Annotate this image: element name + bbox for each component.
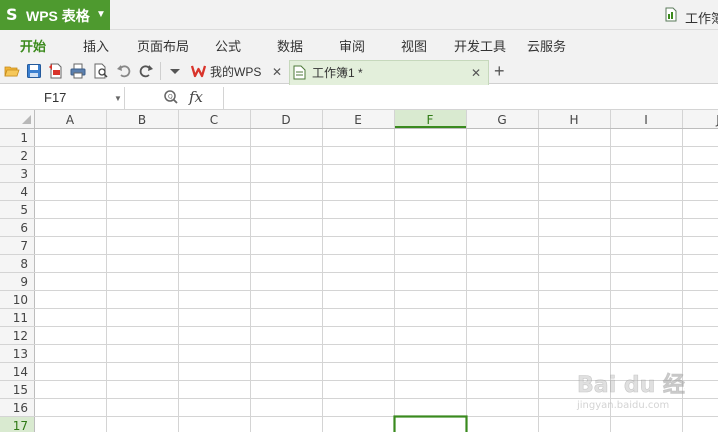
row-header-14[interactable]: 14 <box>13 365 28 379</box>
print-icon[interactable] <box>70 63 86 79</box>
more-dropdown-icon[interactable] <box>167 63 183 79</box>
row-header-17[interactable]: 17 <box>13 419 28 432</box>
column-header-G[interactable]: G <box>497 113 506 127</box>
cell-reference: F17 <box>44 90 67 105</box>
watermark-text: Bai du 经验 <box>577 372 685 398</box>
zoom-search-icon[interactable]: Q <box>163 89 179 105</box>
redo-icon[interactable] <box>138 63 154 79</box>
tab-view[interactable]: 视图 <box>401 39 427 55</box>
tab-developer[interactable]: 开发工具 <box>454 39 506 55</box>
column-header-D[interactable]: D <box>281 113 290 127</box>
close-icon[interactable]: ✕ <box>272 61 282 83</box>
row-header-1[interactable]: 1 <box>20 131 28 145</box>
doc-tab-label: 工作簿1 * <box>312 66 363 80</box>
row-header-3[interactable]: 3 <box>20 167 28 181</box>
open-folder-icon[interactable] <box>4 63 20 79</box>
column-header-F[interactable]: F <box>427 113 434 127</box>
row-header-15[interactable]: 15 <box>13 383 28 397</box>
tab-home[interactable]: 开始 <box>20 39 46 55</box>
row-header-9[interactable]: 9 <box>20 275 28 289</box>
doc-tab-workbook[interactable]: 工作簿1 * ✕ <box>289 60 489 85</box>
row-header-4[interactable]: 4 <box>20 185 28 199</box>
chevron-down-icon[interactable]: ▼ <box>96 8 106 22</box>
row-header-6[interactable]: 6 <box>20 221 28 235</box>
insert-function-button[interactable]: fx <box>189 88 203 106</box>
document-icon <box>665 7 677 22</box>
export-pdf-icon[interactable] <box>48 63 64 79</box>
selected-cell[interactable] <box>393 415 468 432</box>
baidu-jingyan-watermark: Bai du 经验 jingyan.baidu.com <box>576 372 685 411</box>
wps-logo-icon: S <box>6 5 18 24</box>
save-icon[interactable] <box>26 63 42 79</box>
svg-text:Q: Q <box>168 94 173 101</box>
column-header-H[interactable]: H <box>569 113 578 127</box>
undo-icon[interactable] <box>116 63 132 79</box>
row-header-10[interactable]: 10 <box>13 293 28 307</box>
tab-review[interactable]: 审阅 <box>339 39 365 55</box>
row-header-16[interactable]: 16 <box>13 401 28 415</box>
column-header-B[interactable]: B <box>138 113 146 127</box>
spreadsheet-doc-icon <box>293 65 306 80</box>
column-header-A[interactable]: A <box>66 113 75 127</box>
row-header-13[interactable]: 13 <box>13 347 28 361</box>
row-header-8[interactable]: 8 <box>20 257 28 271</box>
watermark-subtext: jingyan.baidu.com <box>576 400 669 411</box>
app-title: WPS 表格 <box>26 8 90 24</box>
row-header-11[interactable]: 11 <box>13 311 28 325</box>
tab-cloud-services[interactable]: 云服务 <box>527 39 566 55</box>
print-preview-icon[interactable] <box>93 63 109 79</box>
tab-formulas[interactable]: 公式 <box>215 39 241 55</box>
row-header-12[interactable]: 12 <box>13 329 28 343</box>
toolbar-divider <box>160 62 161 80</box>
column-header-E[interactable]: E <box>354 113 362 127</box>
row-header-2[interactable]: 2 <box>20 149 28 163</box>
formula-input[interactable] <box>223 87 718 109</box>
row-header-7[interactable]: 7 <box>20 239 28 253</box>
window-document-title: 工作簿 <box>685 11 718 26</box>
row-header-5[interactable]: 5 <box>20 203 28 217</box>
close-icon[interactable]: ✕ <box>471 62 481 84</box>
chevron-down-icon[interactable]: ▼ <box>114 94 122 103</box>
wps-logo-icon <box>191 65 206 78</box>
doc-tab-label: 我的WPS <box>210 65 262 79</box>
column-header-I[interactable]: I <box>644 113 648 127</box>
column-header-C[interactable]: C <box>210 113 218 127</box>
app-menu-button[interactable]: S WPS 表格 ▼ <box>0 0 110 30</box>
doc-tab-my-wps[interactable]: 我的WPS ✕ <box>187 60 289 84</box>
tab-page-layout[interactable]: 页面布局 <box>137 39 189 55</box>
tab-data[interactable]: 数据 <box>277 39 303 55</box>
new-tab-button[interactable]: + <box>494 61 505 81</box>
tab-insert[interactable]: 插入 <box>83 39 109 55</box>
